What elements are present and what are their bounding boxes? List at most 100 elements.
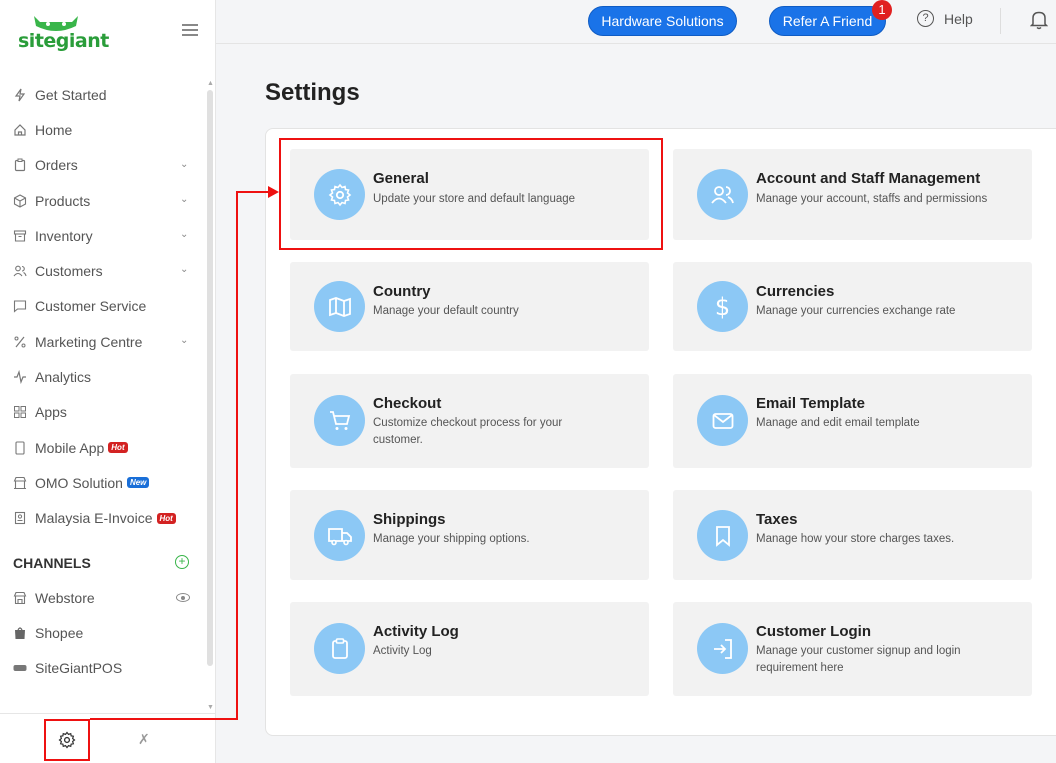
sidebar-item-malaysia-e-invoice[interactable]: Malaysia E-Invoice Hot bbox=[0, 501, 206, 536]
channel-item-shopee[interactable]: Shopee bbox=[0, 615, 206, 650]
bookmark-icon-circle bbox=[697, 510, 748, 561]
sidebar-footer: ✗ bbox=[0, 713, 216, 763]
menu-toggle-icon[interactable] bbox=[182, 24, 198, 36]
mail-icon bbox=[712, 412, 733, 429]
refer-a-friend-button[interactable]: Refer A Friend bbox=[769, 6, 886, 36]
bookmark-icon bbox=[715, 525, 730, 547]
sidebar-scrollbar[interactable] bbox=[207, 90, 213, 666]
sidebar-item-marketing-centre[interactable]: Marketing Centre ⌄ bbox=[0, 324, 206, 359]
invoice-icon bbox=[13, 511, 27, 525]
channel-item-webstore[interactable]: Webstore bbox=[0, 580, 206, 615]
login-icon-circle bbox=[697, 623, 748, 674]
mail-icon-circle bbox=[697, 395, 748, 446]
card-title: Currencies bbox=[756, 283, 835, 300]
refer-a-friend-label: Refer A Friend bbox=[782, 13, 873, 29]
hot-badge: Hot bbox=[156, 512, 176, 524]
users-icon bbox=[710, 185, 734, 204]
card-title: Country bbox=[373, 283, 431, 300]
sidebar-item-label: Malaysia E-Invoice bbox=[35, 510, 153, 527]
sidebar-item-inventory[interactable]: Inventory ⌄ bbox=[0, 218, 206, 253]
card-title: Email Template bbox=[756, 395, 865, 412]
sidebar-item-label: OMO Solution bbox=[35, 474, 123, 491]
phone-icon bbox=[13, 441, 27, 455]
settings-card-currencies[interactable]: $ Currencies Manage your currencies exch… bbox=[673, 262, 1032, 351]
activity-icon bbox=[13, 370, 27, 385]
dollar-icon-circle: $ bbox=[697, 281, 748, 332]
sidebar-item-customers[interactable]: Customers ⌄ bbox=[0, 253, 206, 288]
brush-icon[interactable]: ✗ bbox=[138, 731, 150, 748]
help-link[interactable]: ? Help bbox=[917, 10, 973, 27]
chevron-down-icon[interactable]: ⌄ bbox=[180, 335, 188, 346]
dollar-icon: $ bbox=[714, 292, 731, 321]
general-card-highlight bbox=[279, 138, 663, 250]
chat-icon bbox=[13, 299, 27, 314]
settings-button[interactable] bbox=[44, 719, 90, 761]
sidebar-item-label: Orders bbox=[35, 157, 78, 174]
sidebar-item-omo-solution[interactable]: OMO Solution New bbox=[0, 465, 206, 500]
sidebar-item-label: Get Started bbox=[35, 86, 107, 103]
help-label: Help bbox=[944, 10, 973, 27]
gear-icon bbox=[58, 731, 76, 749]
card-description: Activity Log bbox=[373, 645, 432, 657]
hardware-solutions-button[interactable]: Hardware Solutions bbox=[588, 6, 737, 36]
settings-card-checkout[interactable]: Checkout Customize checkout process for … bbox=[290, 374, 649, 468]
settings-card-country[interactable]: Country Manage your default country bbox=[290, 262, 649, 351]
store-icon bbox=[13, 476, 27, 490]
card-description: Manage your currencies exchange rate bbox=[756, 305, 956, 317]
settings-card-account-staff[interactable]: Account and Staff Management Manage your… bbox=[673, 149, 1032, 240]
card-description: Manage your shipping options. bbox=[373, 533, 530, 545]
settings-card-email-template[interactable]: Email Template Manage and edit email tem… bbox=[673, 374, 1032, 468]
scroll-up-arrow-icon[interactable]: ▲ bbox=[207, 80, 214, 87]
card-title: Account and Staff Management bbox=[756, 170, 981, 187]
card-description: Manage your account, staffs and permissi… bbox=[756, 193, 988, 205]
channels-heading: CHANNELS + bbox=[0, 545, 206, 580]
sidebar-item-label: Apps bbox=[35, 404, 67, 421]
bell-icon[interactable] bbox=[1030, 10, 1048, 30]
sidebar-item-orders[interactable]: Orders ⌄ bbox=[0, 148, 206, 183]
scroll-down-arrow-icon[interactable]: ▼ bbox=[207, 704, 214, 711]
channels-heading-label: CHANNELS bbox=[13, 554, 91, 571]
sidebar-item-get-started[interactable]: Get Started bbox=[0, 77, 206, 112]
login-icon bbox=[713, 638, 732, 659]
settings-card-activity-log[interactable]: Activity Log Activity Log bbox=[290, 602, 649, 696]
eye-icon[interactable] bbox=[176, 593, 190, 603]
webstore-icon bbox=[13, 591, 27, 605]
topbar: Hardware Solutions Refer A Friend 1 ? He… bbox=[216, 0, 1056, 44]
home-icon bbox=[13, 123, 27, 137]
sitegiant-logo[interactable]: sitegiant bbox=[16, 12, 109, 54]
logo-text: sitegiant bbox=[18, 30, 109, 52]
sidebar-item-label: Marketing Centre bbox=[35, 333, 143, 350]
settings-card-shippings[interactable]: Shippings Manage your shipping options. bbox=[290, 490, 649, 580]
question-icon: ? bbox=[917, 10, 934, 27]
sidebar-nav: Get Started Home Orders ⌄ Products ⌄ Inv… bbox=[0, 77, 206, 686]
sidebar-item-mobile-app[interactable]: Mobile App Hot bbox=[0, 430, 206, 465]
settings-card-taxes[interactable]: Taxes Manage how your store charges taxe… bbox=[673, 490, 1032, 580]
users-icon-circle bbox=[697, 169, 748, 220]
add-channel-icon[interactable]: + bbox=[175, 554, 189, 569]
card-title: Checkout bbox=[373, 395, 442, 412]
users-icon bbox=[13, 264, 27, 278]
settings-card-customer-login[interactable]: Customer Login Manage your customer sign… bbox=[673, 602, 1032, 696]
sidebar-item-label: Webstore bbox=[35, 589, 95, 606]
sidebar-item-label: Home bbox=[35, 121, 73, 138]
sidebar-item-label: Mobile App bbox=[35, 439, 105, 456]
sidebar-item-label: Customer Service bbox=[35, 298, 147, 315]
channel-item-sitegiantpos[interactable]: SiteGiantPOS bbox=[0, 651, 206, 686]
page-title: Settings bbox=[265, 79, 360, 106]
sidebar: sitegiant Get Started Home Orders ⌄ Prod… bbox=[0, 0, 216, 763]
sidebar-item-products[interactable]: Products ⌄ bbox=[0, 183, 206, 218]
chevron-down-icon[interactable]: ⌄ bbox=[180, 264, 188, 275]
sidebar-item-analytics[interactable]: Analytics bbox=[0, 359, 206, 394]
clipboard-icon-circle bbox=[314, 623, 365, 674]
archive-icon bbox=[13, 229, 27, 243]
chevron-down-icon[interactable]: ⌄ bbox=[180, 194, 188, 205]
sidebar-item-apps[interactable]: Apps bbox=[0, 395, 206, 430]
sidebar-item-customer-service[interactable]: Customer Service bbox=[0, 289, 206, 324]
chevron-down-icon[interactable]: ⌄ bbox=[180, 159, 188, 170]
card-title: Shippings bbox=[373, 511, 446, 528]
cart-icon bbox=[329, 410, 350, 430]
notification-count-badge: 1 bbox=[872, 0, 892, 20]
cube-icon bbox=[13, 193, 27, 208]
sidebar-item-home[interactable]: Home bbox=[0, 112, 206, 147]
chevron-down-icon[interactable]: ⌄ bbox=[180, 229, 188, 240]
